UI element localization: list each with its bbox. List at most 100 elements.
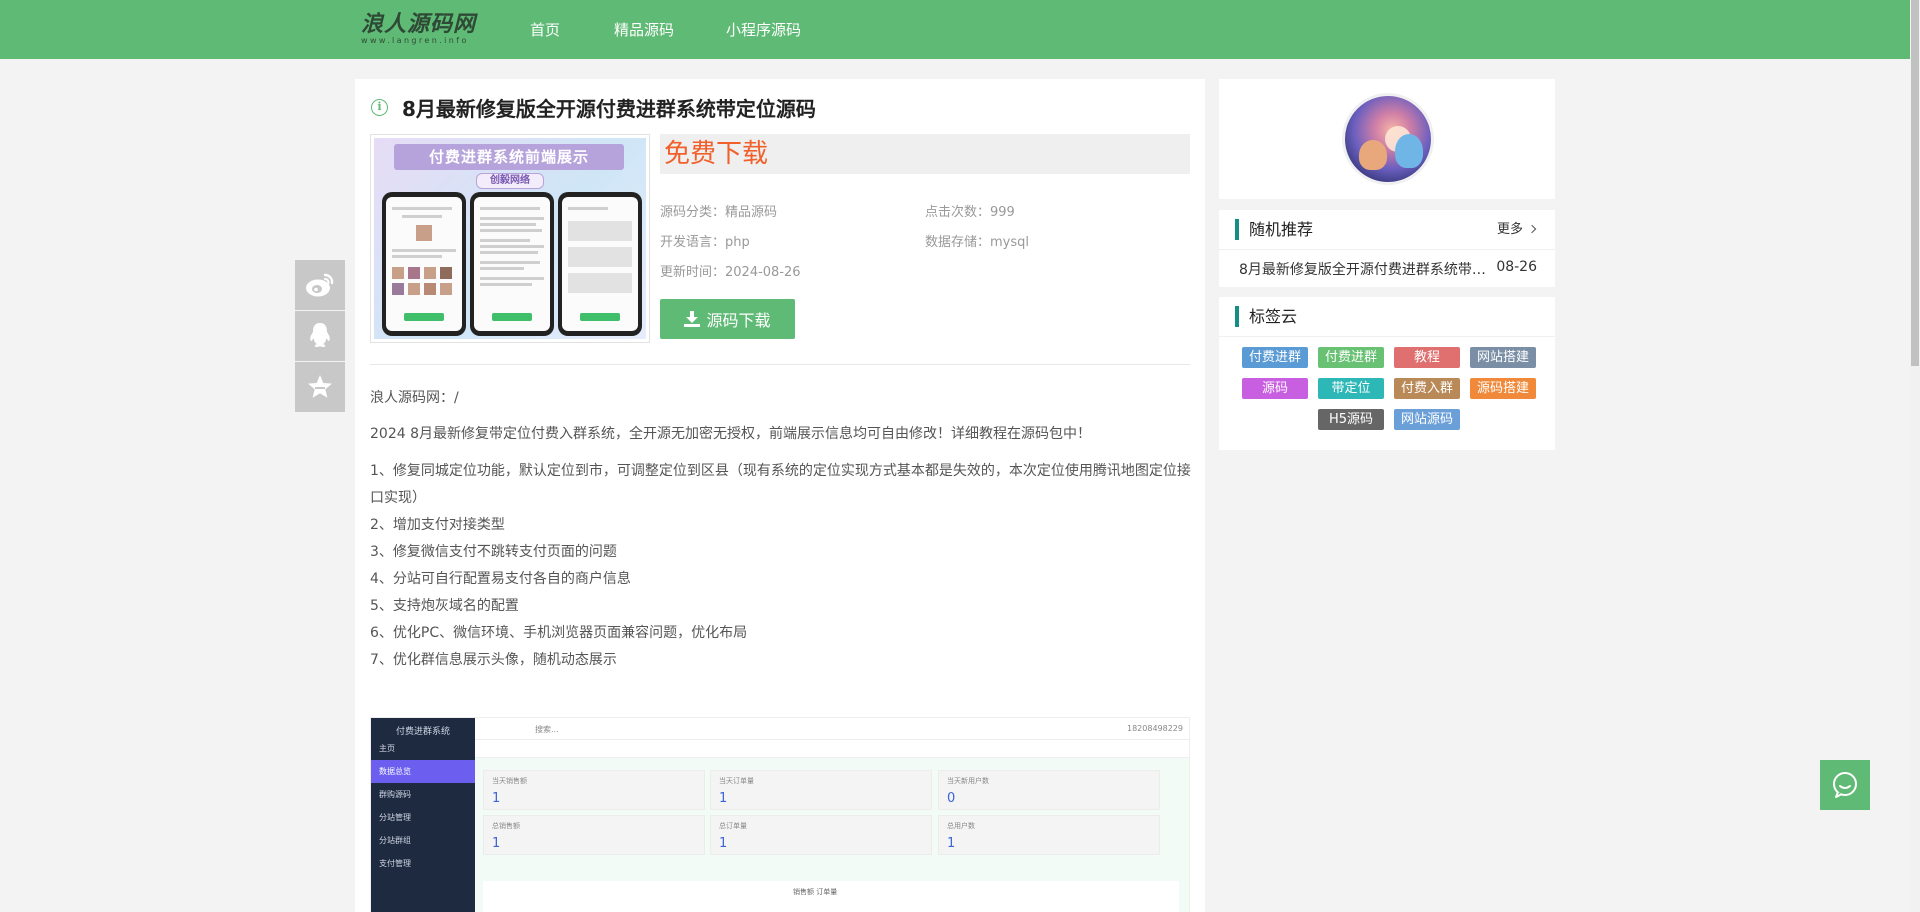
stat-value: 1 <box>492 791 501 806</box>
recommend-item-link[interactable]: 8月最新修复版全开源付费进群系统带定位源码 <box>1239 259 1499 279</box>
stat-value: 1 <box>947 836 956 851</box>
nav-miniprogram-source[interactable]: 小程序源码 <box>726 19 801 40</box>
scrollbar-thumb[interactable] <box>1911 0 1919 366</box>
admin-dashboard: 当天销售额 1 当天订单量 1 当天新用户数 0 总销售额 1 总订单量 1 总… <box>475 758 1189 912</box>
qq-penguin-icon <box>310 323 330 347</box>
tag-item[interactable]: 源码 <box>1242 378 1308 399</box>
thumbnail-subtitle: 创毅网络 <box>476 173 544 189</box>
stat-label: 总销售额 <box>492 822 520 830</box>
admin-search-hint: 搜索... <box>535 725 559 734</box>
list-item: 1、修复同城定位功能，默认定位到市，可调整定位到区县（现有系统的定位实现方式基本… <box>370 463 1191 506</box>
stat-value: 0 <box>947 791 956 806</box>
thumbnail-banner: 付费进群系统前端展示 <box>394 144 624 170</box>
tag-item[interactable]: 付费进群 <box>1318 347 1384 368</box>
share-weibo-button[interactable] <box>295 260 345 310</box>
download-button-label: 源码下载 <box>706 311 771 330</box>
chevron-right-icon <box>1527 224 1537 234</box>
admin-screenshot-image[interactable]: 付费进群系统 主页 数据总览 群购源码 分站管理 分站群组 支付管理 搜索...… <box>370 717 1190 912</box>
tag-item[interactable]: 付费入群 <box>1394 378 1460 399</box>
chat-bubble-icon <box>1833 772 1857 798</box>
random-recommend-title: 随机推荐 <box>1249 220 1314 239</box>
stat-label: 当天销售额 <box>492 777 527 785</box>
stat-value: 1 <box>719 791 728 806</box>
meta-updated: 更新时间：2024-08-26 <box>660 265 801 280</box>
admin-topbar: 搜索... 18208498229 <box>475 718 1189 740</box>
article-thumbnail[interactable]: 付费进群系统前端展示 创毅网络 <box>370 134 650 343</box>
meta-category: 源码分类：精品源码 <box>660 205 778 220</box>
more-label: 更多 <box>1496 222 1523 237</box>
list-item: 2、增加支付对接类型 <box>370 517 505 533</box>
tag-item[interactable]: 带定位 <box>1318 378 1384 399</box>
avatar[interactable] <box>1342 93 1434 185</box>
tag-item[interactable]: 付费进群 <box>1242 347 1308 368</box>
stat-card: 当天销售额 1 <box>483 770 705 810</box>
admin-menu-item: 支付管理 <box>379 859 411 868</box>
article-site-line: 浪人源码网：/ <box>370 390 459 406</box>
section-accent-bar <box>1235 306 1239 327</box>
tag-list: 付费进群 付费进群 教程 网站搭建 源码 带定位 付费入群 源码搭建 H5源码 … <box>1237 347 1541 430</box>
stat-value: 1 <box>719 836 728 851</box>
admin-menu-item: 群购源码 <box>379 790 411 799</box>
weibo-icon <box>306 273 334 297</box>
list-item: 3、修复微信支付不跳转支付页面的问题 <box>370 544 617 560</box>
tag-item[interactable]: 教程 <box>1394 347 1460 368</box>
stat-label: 当天新用户数 <box>947 777 989 785</box>
more-link[interactable]: 更多 <box>1496 221 1537 239</box>
article-card: i 8月最新修复版全开源付费进群系统带定位源码 付费进群系统前端展示 创毅网络 <box>355 79 1205 912</box>
admin-menu-item: 分站管理 <box>379 813 411 822</box>
chart-legend: 销售额 订单量 <box>793 888 838 896</box>
logo-text: 浪人源码网 <box>361 11 477 37</box>
phone-mockup <box>558 192 642 336</box>
admin-sidebar: 付费进群系统 主页 数据总览 群购源码 分站管理 分站群组 支付管理 <box>371 718 475 912</box>
stat-value: 1 <box>492 836 501 851</box>
article-title: 8月最新修复版全开源付费进群系统带定位源码 <box>402 96 816 121</box>
admin-account: 18208498229 <box>1127 724 1183 733</box>
tag-cloud-card: 标签云 付费进群 付费进群 教程 网站搭建 源码 带定位 付费入群 源码搭建 H… <box>1219 297 1555 450</box>
page-scrollbar[interactable] <box>1910 0 1920 912</box>
meta-clicks: 点击次数：999 <box>925 205 1015 220</box>
stat-card: 总用户数 1 <box>938 815 1160 855</box>
phone-mockup <box>382 192 466 336</box>
article-intro: 2024 8月最新修复带定位付费入群系统，全开源无加密无授权，前端展示信息均可自… <box>370 426 1091 442</box>
nav-premium-source[interactable]: 精品源码 <box>614 19 674 40</box>
site-logo[interactable]: 浪人源码网 www.langren.info <box>361 12 479 48</box>
favorite-button[interactable] <box>295 362 345 412</box>
tag-item[interactable]: 网站源码 <box>1394 409 1460 430</box>
admin-tabs <box>475 740 1189 758</box>
tag-item[interactable]: H5源码 <box>1318 409 1384 430</box>
stat-card: 总销售额 1 <box>483 815 705 855</box>
stat-label: 总用户数 <box>947 822 975 830</box>
tag-cloud-title: 标签云 <box>1249 307 1298 326</box>
star-icon <box>308 375 332 398</box>
stat-card: 当天新用户数 0 <box>938 770 1160 810</box>
feature-list: 1、修复同城定位功能，默认定位到市，可调整定位到区县（现有系统的定位实现方式基本… <box>370 458 1192 674</box>
list-item: 6、优化PC、微信环境、手机浏览器页面兼容问题，优化布局 <box>370 625 748 641</box>
logo-url: www.langren.info <box>361 36 469 45</box>
stat-label: 总订单量 <box>719 822 747 830</box>
divider <box>370 364 1190 365</box>
download-icon <box>684 311 701 327</box>
tag-item[interactable]: 源码搭建 <box>1470 378 1536 399</box>
stat-card: 总订单量 1 <box>710 815 932 855</box>
recommend-item-date: 08-26 <box>1496 259 1537 275</box>
source-download-button[interactable]: 源码下载 <box>660 299 795 339</box>
stat-card: 当天订单量 1 <box>710 770 932 810</box>
share-qq-button[interactable] <box>295 311 345 361</box>
free-download-banner: 免费下载 <box>660 134 1190 174</box>
meta-storage: 数据存储：mysql <box>925 235 1029 250</box>
profile-card <box>1219 79 1555 199</box>
chat-button[interactable] <box>1820 760 1870 810</box>
list-item: 4、分站可自行配置易支付各自的商户信息 <box>370 571 631 587</box>
admin-menu-item: 主页 <box>379 744 395 753</box>
top-navbar: 浪人源码网 www.langren.info 首页 精品源码 小程序源码 <box>0 0 1920 59</box>
phone-mockup <box>470 192 554 336</box>
stat-label: 当天订单量 <box>719 777 754 785</box>
info-icon: i <box>371 98 388 116</box>
random-recommend-card: 随机推荐 更多 8月最新修复版全开源付费进群系统带定位源码 08-26 <box>1219 210 1555 287</box>
meta-language: 开发语言：php <box>660 235 750 250</box>
nav-home[interactable]: 首页 <box>530 19 560 40</box>
admin-chart-area: 销售额 订单量 <box>483 881 1179 912</box>
list-item: 7、优化群信息展示头像，随机动态展示 <box>370 652 617 668</box>
admin-menu-item: 分站群组 <box>379 836 411 845</box>
tag-item[interactable]: 网站搭建 <box>1470 347 1536 368</box>
